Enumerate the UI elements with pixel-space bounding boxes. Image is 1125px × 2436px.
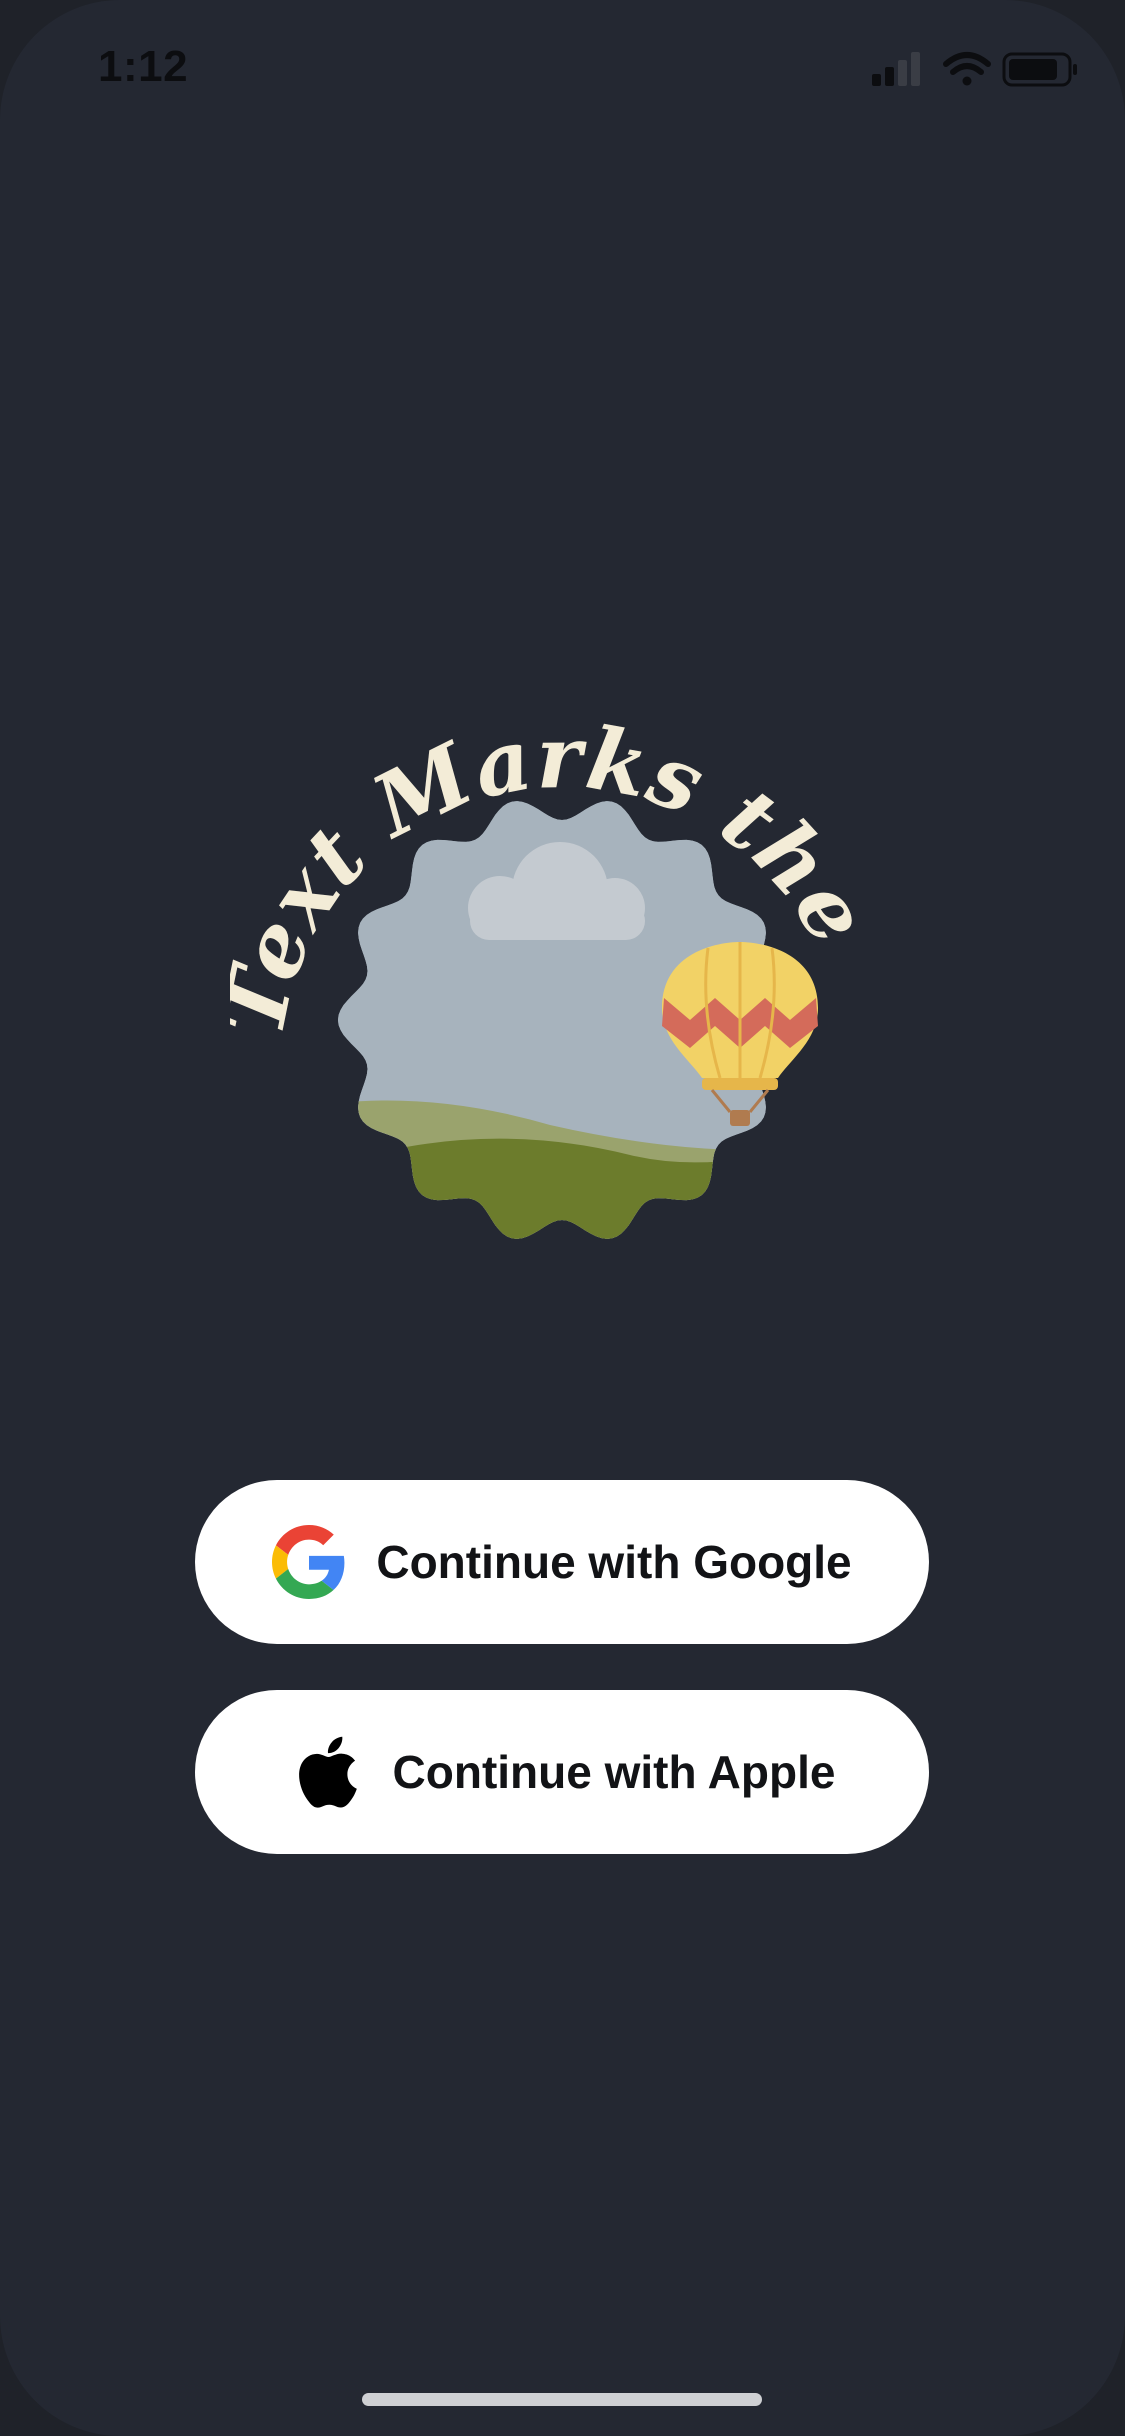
app-screen: 1:12 xt Marks the Continue with Google C…	[0, 0, 1125, 2436]
status-icons	[870, 48, 1080, 92]
apple-logo-icon	[289, 1733, 363, 1811]
cellular-signal-icon	[872, 52, 920, 86]
status-bar: 1:12	[0, 0, 1125, 140]
app-logo: Text Marks the Spot	[230, 680, 895, 1280]
wifi-icon	[943, 52, 991, 86]
google-logo-icon	[272, 1523, 346, 1601]
hill-front	[338, 1138, 786, 1239]
google-button-label: Continue with Google	[376, 1536, 852, 1588]
battery-icon	[1002, 52, 1077, 87]
home-indicator	[362, 2393, 762, 2406]
continue-with-google-button[interactable]: Continue with Google	[195, 1480, 929, 1644]
apple-button-label: Continue with Apple	[392, 1746, 836, 1798]
status-time: 1:12	[98, 42, 189, 91]
continue-with-apple-button[interactable]: Continue with Apple	[195, 1690, 929, 1854]
